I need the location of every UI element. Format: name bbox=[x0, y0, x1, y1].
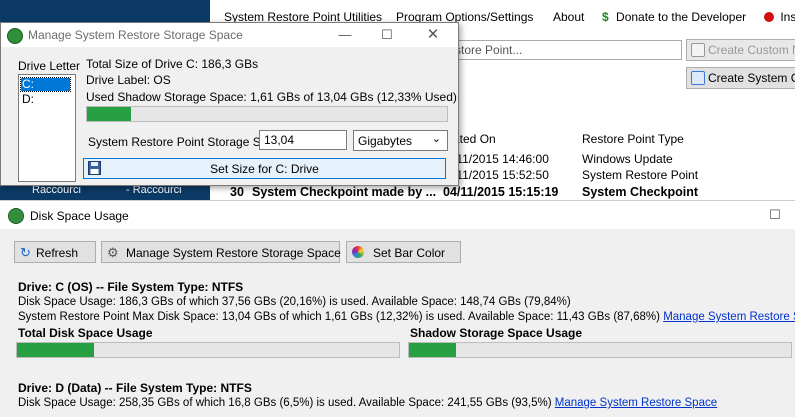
manage-storage-button[interactable]: ⚙ Manage System Restore Storage Space bbox=[101, 241, 341, 263]
storage-size-input[interactable] bbox=[259, 130, 347, 150]
close-icon[interactable]: ✕ bbox=[422, 26, 444, 44]
create-custom-button[interactable]: Create Custom Na bbox=[686, 39, 795, 61]
shadow-usage-progress bbox=[86, 106, 448, 122]
restore-point-list-header: ated On Restore Point Type bbox=[440, 130, 795, 148]
drive-label-text: Drive Label: OS bbox=[86, 73, 171, 87]
menu-install-label: Ins bbox=[780, 10, 795, 24]
maximize-icon[interactable]: ☐ bbox=[764, 206, 786, 224]
row-date: /11/2015 14:46:00 bbox=[453, 152, 549, 166]
restore-point-row[interactable]: /11/2015 14:46:00 Windows Update bbox=[440, 152, 795, 168]
column-created-on[interactable]: ated On bbox=[453, 132, 496, 146]
set-size-label: Set Size for C: Drive bbox=[210, 162, 319, 176]
shadow-usage-bar-fill bbox=[409, 343, 456, 357]
gear-icon: ⚙ bbox=[107, 245, 119, 260]
column-restore-point-type[interactable]: Restore Point Type bbox=[582, 132, 684, 146]
menu-about[interactable]: About bbox=[553, 10, 584, 24]
menu-donate-label: Donate to the Developer bbox=[616, 10, 747, 24]
row-id: 30 bbox=[230, 185, 244, 199]
storage-unit-value: Gigabytes bbox=[358, 134, 413, 148]
total-usage-bar bbox=[16, 342, 400, 358]
refresh-icon: ↻ bbox=[20, 245, 31, 260]
row-date: /11/2015 15:52:50 bbox=[453, 168, 549, 182]
restore-point-row[interactable]: /11/2015 15:52:50 System Restore Point bbox=[440, 168, 795, 184]
restore-point-row[interactable]: 30 System Checkpoint made by ... 04/11/2… bbox=[200, 185, 795, 201]
drive-c-restore-summary: System Restore Point Max Disk Space: 13,… bbox=[18, 311, 660, 323]
drive-letter-list[interactable]: C: D: bbox=[18, 74, 76, 182]
total-usage-bar-fill bbox=[17, 343, 94, 357]
restore-point-search-input[interactable]: store Point... bbox=[440, 40, 682, 60]
used-shadow-text: Used Shadow Storage Space: 1,61 GBs of 1… bbox=[86, 90, 457, 104]
color-wheel-icon bbox=[352, 246, 364, 258]
drive-item-c[interactable]: C: bbox=[20, 77, 71, 92]
create-system-label: Create System Che bbox=[708, 71, 795, 85]
set-size-button[interactable]: Set Size for C: Drive bbox=[83, 158, 446, 179]
checkpoint-icon bbox=[691, 71, 705, 85]
row-date: 04/11/2015 15:15:19 bbox=[443, 185, 559, 199]
drive-c-usage-text: Disk Space Usage: 186,3 GBs of which 37,… bbox=[18, 296, 571, 308]
menu-install[interactable]: Ins bbox=[764, 10, 795, 24]
row-name: System Checkpoint made by ... bbox=[252, 185, 437, 199]
row-type: System Restore Point bbox=[582, 168, 699, 182]
drive-d-heading: Drive: D (Data) -- File System Type: NTF… bbox=[18, 381, 252, 395]
shadow-usage-heading: Shadow Storage Space Usage bbox=[410, 326, 583, 340]
refresh-label: Refresh bbox=[36, 246, 79, 260]
create-custom-label: Create Custom Na bbox=[708, 43, 795, 57]
disk-window-titlebar[interactable]: Disk Space Usage ☐ bbox=[0, 201, 795, 229]
shadow-usage-progress-fill bbox=[87, 107, 131, 121]
drive-d-usage-text: Disk Space Usage: 258,35 GBs of which 16… bbox=[18, 397, 717, 409]
maximize-icon[interactable]: ☐ bbox=[376, 26, 398, 44]
total-usage-heading: Total Disk Space Usage bbox=[18, 326, 153, 340]
refresh-button[interactable]: ↻ Refresh bbox=[14, 241, 96, 263]
drive-c-restore-text: System Restore Point Max Disk Space: 13,… bbox=[18, 311, 795, 323]
storage-size-label: System Restore Point Storage Size: bbox=[88, 135, 280, 149]
drive-c-heading: Drive: C (OS) -- File System Type: NTFS bbox=[18, 280, 244, 294]
drive-c-manage-link[interactable]: Manage System Restore Space bbox=[663, 311, 795, 323]
disk-window-title: Disk Space Usage bbox=[30, 209, 129, 223]
restore-app-icon bbox=[8, 208, 24, 224]
manage-storage-label: Manage System Restore Storage Space bbox=[126, 246, 341, 260]
row-type: System Checkpoint bbox=[582, 185, 699, 199]
set-bar-color-button[interactable]: Set Bar Color bbox=[346, 241, 461, 263]
search-placeholder: store Point... bbox=[455, 43, 523, 57]
restore-app-icon bbox=[7, 28, 23, 44]
storage-unit-select[interactable]: Gigabytes ⌄ bbox=[353, 130, 448, 151]
shadow-usage-bar bbox=[408, 342, 792, 358]
drive-item-d[interactable]: D: bbox=[21, 93, 70, 106]
disk-space-usage-window: Disk Space Usage ☐ ↻ Refresh ⚙ Manage Sy… bbox=[0, 200, 795, 417]
drive-letter-label: Drive Letter bbox=[18, 59, 81, 73]
total-size-text: Total Size of Drive C: 186,3 GBs bbox=[86, 57, 259, 71]
set-bar-color-label: Set Bar Color bbox=[373, 246, 446, 260]
checkpoint-icon bbox=[691, 43, 705, 57]
manage-storage-dialog: Manage System Restore Storage Space — ☐ … bbox=[0, 22, 459, 186]
manage-dialog-titlebar[interactable]: Manage System Restore Storage Space — ☐ … bbox=[1, 23, 458, 47]
disk-usage-content: Drive: C (OS) -- File System Type: NTFS … bbox=[0, 265, 795, 417]
dollar-icon: $ bbox=[602, 10, 609, 24]
power-icon bbox=[764, 12, 774, 22]
drive-d-manage-link[interactable]: Manage System Restore Space bbox=[555, 397, 717, 409]
chevron-down-icon: ⌄ bbox=[431, 133, 441, 145]
create-system-checkpoint-button[interactable]: Create System Che bbox=[686, 67, 795, 89]
row-type: Windows Update bbox=[582, 152, 673, 166]
menu-donate[interactable]: $ Donate to the Developer bbox=[602, 10, 746, 24]
drive-d-usage-summary: Disk Space Usage: 258,35 GBs of which 16… bbox=[18, 397, 552, 409]
disk-toolbar: ↻ Refresh ⚙ Manage System Restore Storag… bbox=[0, 229, 795, 263]
minimize-icon[interactable]: — bbox=[334, 26, 356, 44]
manage-dialog-title: Manage System Restore Storage Space bbox=[28, 28, 243, 42]
